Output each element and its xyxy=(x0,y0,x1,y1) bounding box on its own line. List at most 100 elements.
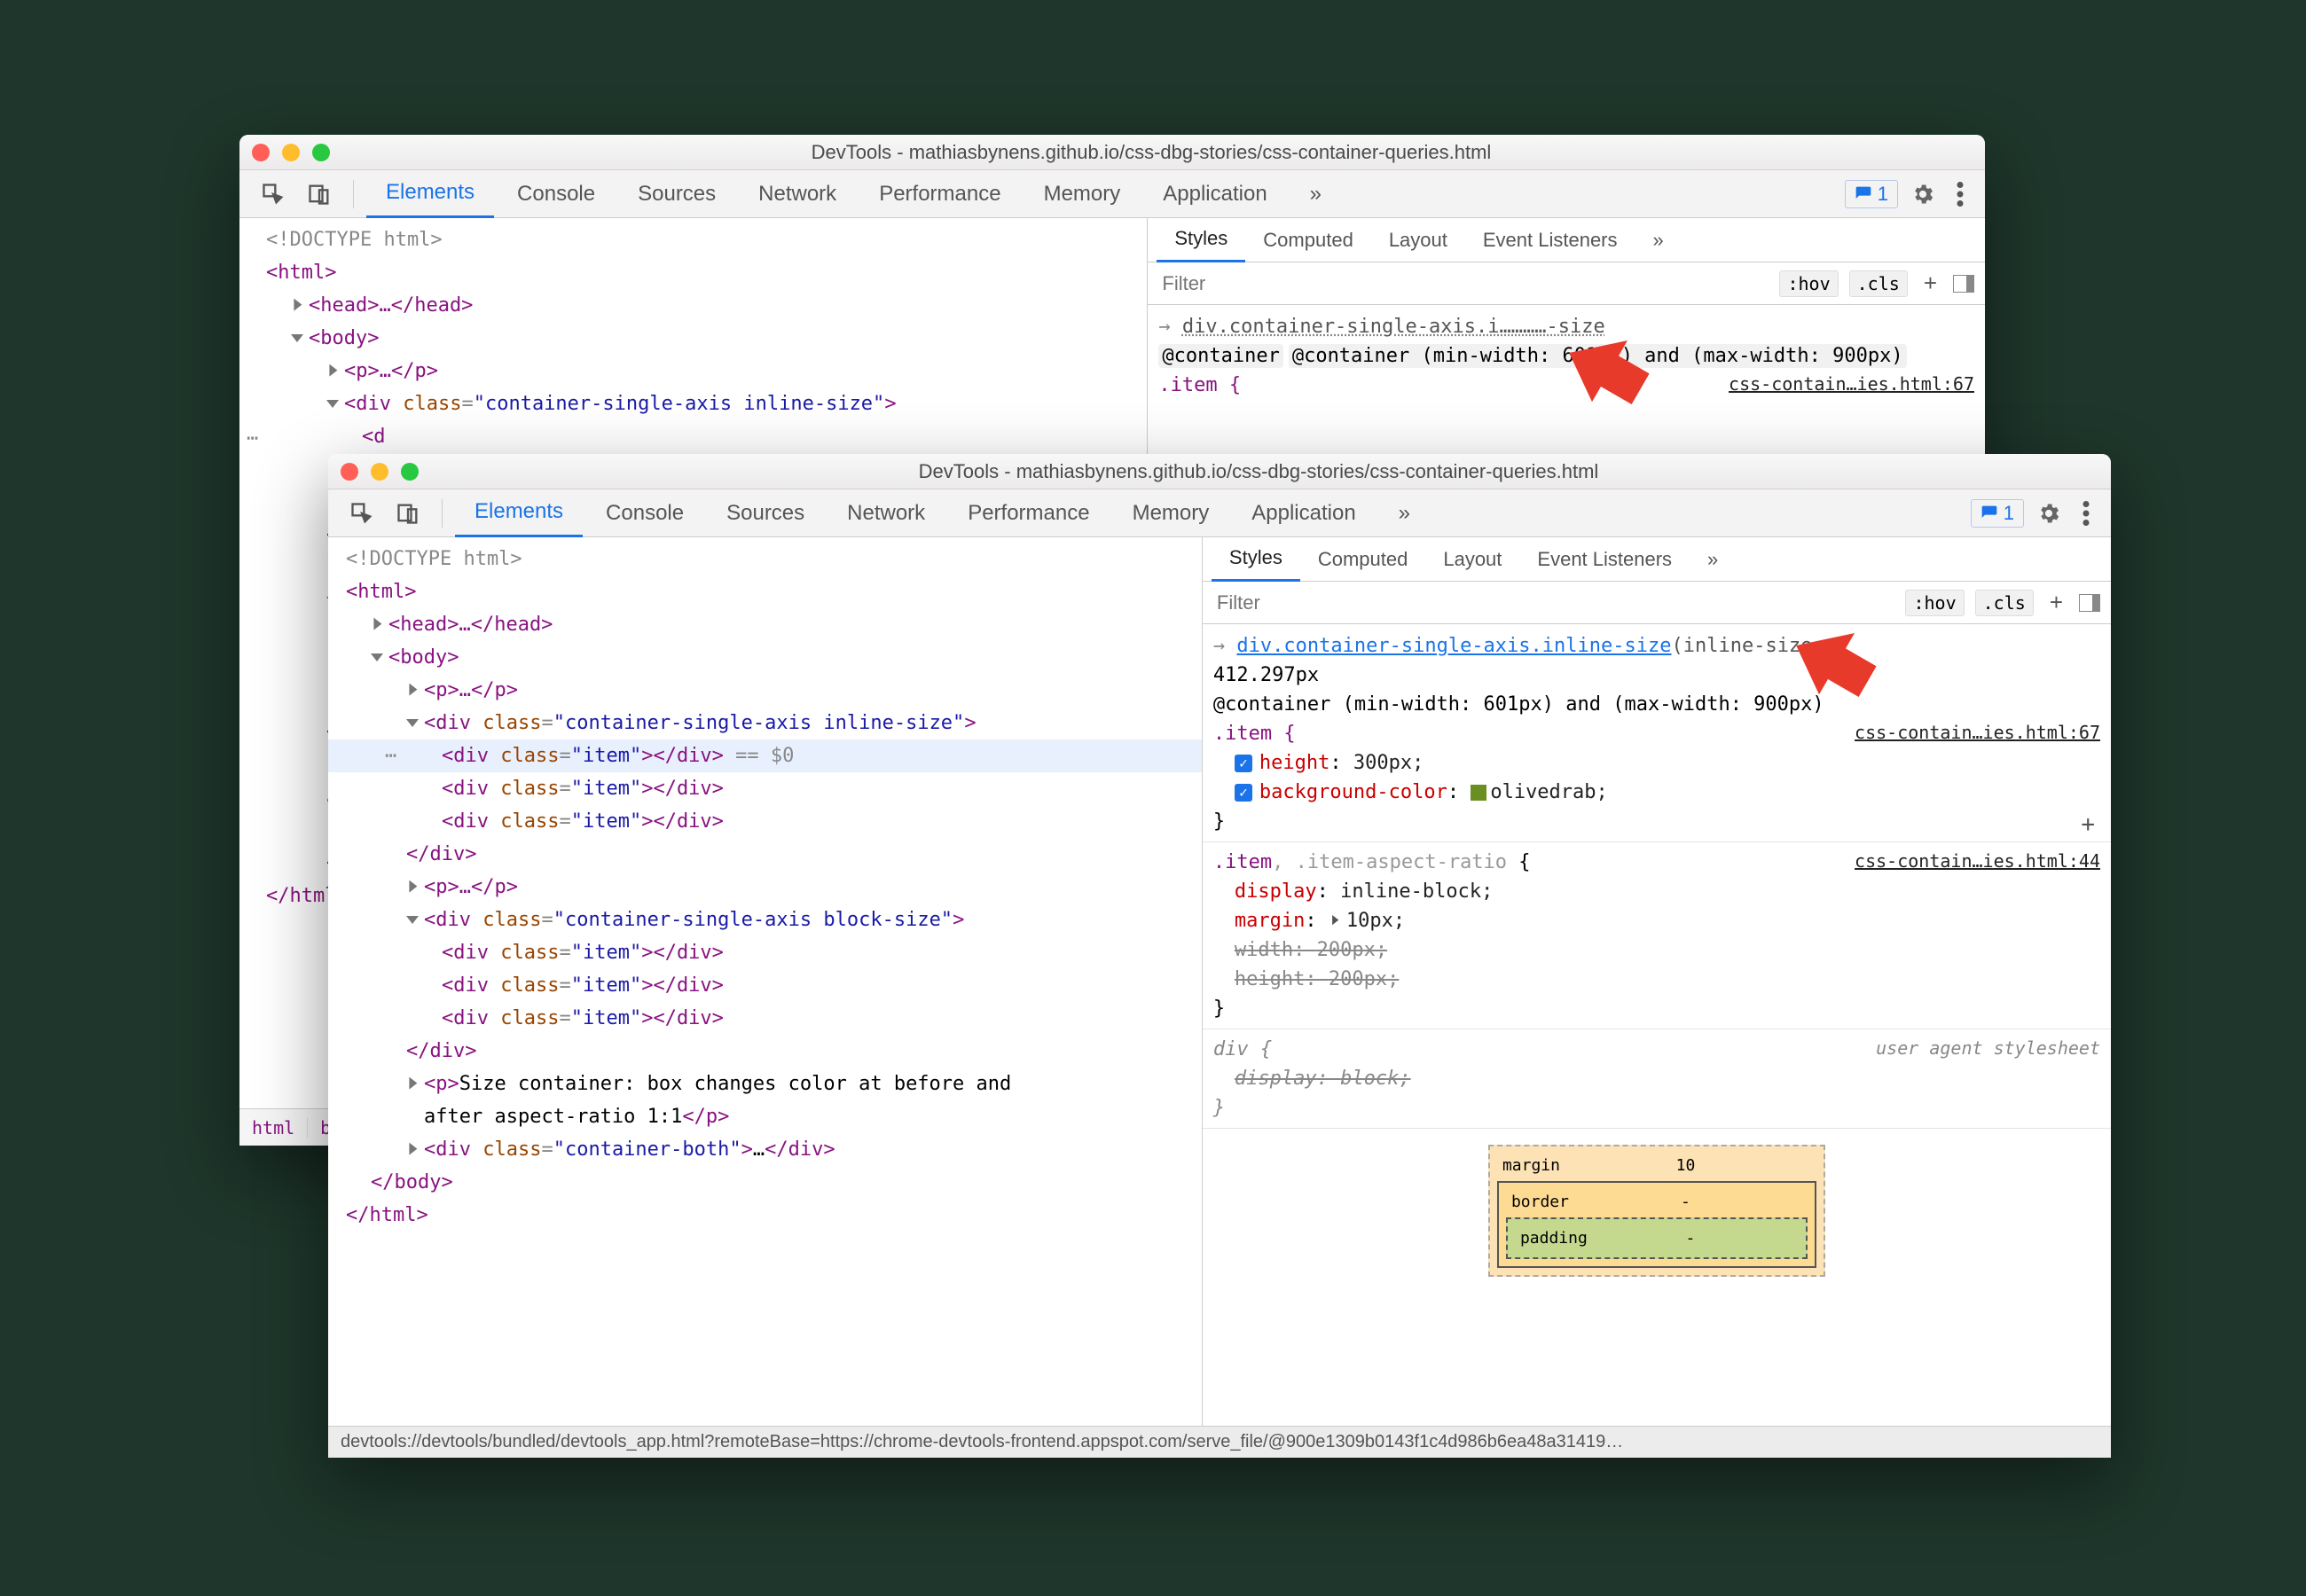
dom-selected-item[interactable]: ⋯ <div class="item"></div> == $0 xyxy=(328,739,1202,772)
issues-badge[interactable]: 1 xyxy=(1971,499,2024,528)
dom-div-container-both[interactable]: <div class="container-both">…</div> xyxy=(406,1133,1202,1166)
css-property[interactable]: display: inline-block; xyxy=(1213,877,2100,906)
tab-overflow-icon[interactable]: » xyxy=(1379,489,1430,537)
tab-console[interactable]: Console xyxy=(498,170,615,218)
css-property[interactable]: width: 200px; xyxy=(1213,935,2100,965)
crumb-html[interactable]: html xyxy=(239,1117,308,1138)
dom-p[interactable]: <p>…</p> xyxy=(424,876,518,898)
subtab-overflow-icon[interactable]: » xyxy=(1635,218,1682,262)
dom-tree[interactable]: <!DOCTYPE html> <html> <head>…</head> <b… xyxy=(328,537,1202,1237)
dom-html-close[interactable]: </html> xyxy=(346,1204,428,1226)
settings-icon[interactable] xyxy=(1902,176,1944,212)
dom-div-container-2[interactable]: <div class="container-single-axis block-… xyxy=(406,904,1202,936)
dom-div-container-1[interactable]: <div class="container-single-axis inline… xyxy=(406,707,1202,739)
hov-toggle[interactable]: :hov xyxy=(1779,270,1838,297)
subtab-layout[interactable]: Layout xyxy=(1425,537,1519,582)
maximize-window-icon[interactable] xyxy=(401,463,419,481)
cls-toggle[interactable]: .cls xyxy=(1849,270,1908,297)
dom-doctype[interactable]: <!DOCTYPE html> xyxy=(346,543,1202,575)
checkbox-icon[interactable]: ✓ xyxy=(1235,755,1252,772)
tab-performance[interactable]: Performance xyxy=(859,170,1020,218)
dom-body-open[interactable]: <body> xyxy=(309,327,379,349)
rule-source-link[interactable]: css-contain…ies.html:67 xyxy=(1855,719,2100,746)
device-toggle-icon[interactable] xyxy=(298,176,341,212)
dom-div-close[interactable]: </div> xyxy=(406,843,476,865)
annotation-arrow-icon xyxy=(1788,603,1894,700)
subtab-overflow-icon[interactable]: » xyxy=(1690,537,1736,582)
checkbox-icon[interactable]: ✓ xyxy=(1235,784,1252,802)
container-link[interactable]: div.container-single-axis.inline-size xyxy=(1236,635,1671,657)
dom-item[interactable]: <div class="item"></div> xyxy=(442,1002,1202,1035)
dom-doctype[interactable]: <!DOCTYPE html> xyxy=(266,223,1147,256)
subtab-computed[interactable]: Computed xyxy=(1245,218,1371,262)
close-window-icon[interactable] xyxy=(341,463,358,481)
tab-overflow-icon[interactable]: » xyxy=(1290,170,1341,218)
color-swatch-icon[interactable] xyxy=(1471,785,1486,801)
dom-html-open[interactable]: <html> xyxy=(346,581,416,603)
subtab-styles[interactable]: Styles xyxy=(1212,537,1300,582)
container-link[interactable]: div.container-single-axis.i…………-size xyxy=(1182,316,1605,338)
css-property[interactable]: height: 200px; xyxy=(1213,965,2100,994)
new-rule-icon[interactable]: + xyxy=(2044,589,2068,616)
subtab-layout[interactable]: Layout xyxy=(1371,218,1465,262)
dom-head[interactable]: <head>…</head> xyxy=(388,614,553,636)
dom-html-open[interactable]: <html> xyxy=(266,262,336,284)
device-toggle-icon[interactable] xyxy=(387,496,429,531)
close-window-icon[interactable] xyxy=(252,144,270,161)
issues-badge[interactable]: 1 xyxy=(1845,180,1898,208)
subtab-event-listeners[interactable]: Event Listeners xyxy=(1465,218,1635,262)
new-rule-icon[interactable]: + xyxy=(1918,270,1942,297)
minimize-window-icon[interactable] xyxy=(371,463,388,481)
css-property[interactable]: display: block; xyxy=(1213,1064,2100,1093)
rule-selector: .item { xyxy=(1158,374,1241,396)
tab-application[interactable]: Application xyxy=(1143,170,1286,218)
tab-application[interactable]: Application xyxy=(1232,489,1375,537)
dom-item[interactable]: <div class="item"></div> xyxy=(442,936,1202,969)
sidebar-toggle-icon[interactable] xyxy=(1953,275,1974,293)
settings-icon[interactable] xyxy=(2028,496,2070,531)
dom-item[interactable]: <div class="item"></div> xyxy=(442,772,1202,805)
tab-sources[interactable]: Sources xyxy=(707,489,824,537)
tab-elements[interactable]: Elements xyxy=(366,170,494,218)
rule-source-link[interactable]: css-contain…ies.html:44 xyxy=(1855,848,2100,874)
subtab-computed[interactable]: Computed xyxy=(1300,537,1426,582)
more-menu-icon[interactable] xyxy=(1948,176,1973,212)
tab-elements[interactable]: Elements xyxy=(455,489,583,537)
tab-network[interactable]: Network xyxy=(827,489,945,537)
tab-memory[interactable]: Memory xyxy=(1024,170,1141,218)
tab-performance[interactable]: Performance xyxy=(948,489,1109,537)
more-menu-icon[interactable] xyxy=(2074,496,2098,531)
dom-div-close[interactable]: </div> xyxy=(406,1040,476,1062)
dom-item[interactable]: <div class="item"></div> xyxy=(442,805,1202,838)
sidebar-toggle-icon[interactable] xyxy=(2079,594,2100,612)
subtab-styles[interactable]: Styles xyxy=(1157,218,1245,262)
tab-memory[interactable]: Memory xyxy=(1113,489,1229,537)
tab-sources[interactable]: Sources xyxy=(618,170,735,218)
dom-item[interactable]: <div class="item"></div> xyxy=(442,969,1202,1002)
css-property[interactable]: margin: 10px; xyxy=(1213,906,2100,935)
hov-toggle[interactable]: :hov xyxy=(1905,590,1964,616)
status-bar: devtools://devtools/bundled/devtools_app… xyxy=(328,1426,2111,1458)
dom-p[interactable]: <p>…</p> xyxy=(424,679,518,701)
dom-p[interactable]: <p>…</p> xyxy=(344,360,438,382)
tab-network[interactable]: Network xyxy=(739,170,856,218)
tab-console[interactable]: Console xyxy=(586,489,703,537)
expand-icon[interactable] xyxy=(1332,915,1338,925)
box-model[interactable]: margin10 border- padding- xyxy=(1488,1145,1825,1277)
inspect-element-icon[interactable] xyxy=(252,176,294,212)
dom-text[interactable]: <p>Size container: box changes color at … xyxy=(406,1068,1202,1100)
cls-toggle[interactable]: .cls xyxy=(1975,590,2034,616)
css-property[interactable]: ✓height: 300px; xyxy=(1213,748,2100,778)
container-size: 412.297px xyxy=(1213,661,2100,690)
rule-source-link[interactable]: css-contain…ies.html:67 xyxy=(1729,371,1974,397)
dom-body-close[interactable]: </body> xyxy=(371,1171,453,1193)
add-property-icon[interactable]: + xyxy=(2075,808,2100,842)
minimize-window-icon[interactable] xyxy=(282,144,300,161)
subtab-event-listeners[interactable]: Event Listeners xyxy=(1519,537,1690,582)
dom-head[interactable]: <head>…</head> xyxy=(309,294,473,317)
dom-body-open[interactable]: <body> xyxy=(388,646,459,669)
filter-input[interactable] xyxy=(1158,269,1769,299)
inspect-element-icon[interactable] xyxy=(341,496,383,531)
maximize-window-icon[interactable] xyxy=(312,144,330,161)
css-property[interactable]: ✓background-color: olivedrab; xyxy=(1213,778,2100,807)
